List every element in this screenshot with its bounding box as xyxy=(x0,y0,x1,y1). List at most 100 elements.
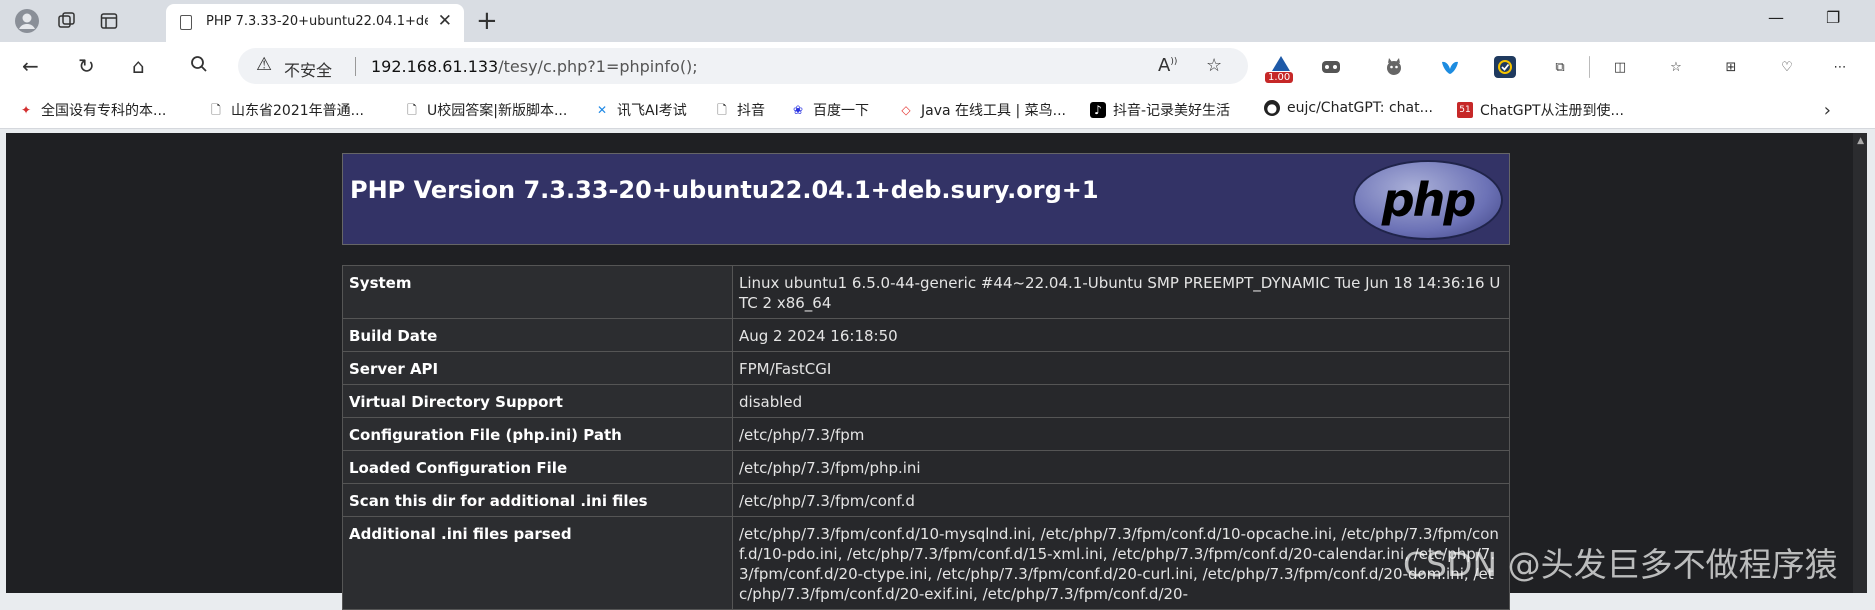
table-row: Loaded Configuration File/etc/php/7.3/fp… xyxy=(342,450,1510,484)
tab-phpinfo[interactable]: PHP 7.3.33-20+ubuntu22.04.1+deb.sury.org… xyxy=(166,4,464,42)
warning-triangle-icon[interactable]: ⚠ xyxy=(256,54,272,75)
extension-badge: 1.00 xyxy=(1265,72,1294,83)
baidu-paw-icon: ❀ xyxy=(792,103,804,117)
minimize-icon[interactable]: — xyxy=(1768,8,1784,27)
table-row: Build Date Aug 2 2024 16:18:50 xyxy=(342,318,1510,352)
row-value: disabled xyxy=(732,384,1510,418)
bookmark-label: 山东省2021年普通... xyxy=(231,103,364,119)
url-text[interactable]: 192.168.61.133/tesy/c.php?1=phpinfo(); xyxy=(371,57,698,76)
browser-toolbar: ← ↻ ⌂ ⚠ 不安全 192.168.61.133/tesy/c.php?1=… xyxy=(0,42,1875,92)
browser-essentials-icon[interactable]: ♡ xyxy=(1776,56,1798,78)
extension-cat-icon[interactable] xyxy=(1383,56,1405,78)
bookmark-item[interactable]: ✦ 全国设有专科的本... xyxy=(18,100,166,120)
row-value: Linux ubuntu1 6.5.0-44-generic #44~22.04… xyxy=(732,265,1510,319)
favorite-star-icon[interactable]: ☆ xyxy=(1206,55,1222,76)
runoob-icon: ◇ xyxy=(901,103,911,117)
row-value: /etc/php/7.3/fpm/conf.d/10-mysqlnd.ini, … xyxy=(732,516,1510,610)
bookmark-item[interactable]: 🗋 山东省2021年普通... xyxy=(208,100,364,120)
tab-title: PHP 7.3.33-20+ubuntu22.04.1+deb.sury.org… xyxy=(206,14,428,29)
address-bar[interactable]: ⚠ 不安全 192.168.61.133/tesy/c.php?1=phpinf… xyxy=(238,48,1248,84)
extension-monitor-icon[interactable] xyxy=(1270,52,1292,74)
workspaces-icon[interactable] xyxy=(54,8,80,34)
extension-check-icon[interactable] xyxy=(1494,56,1516,78)
php-version-header: PHP Version 7.3.33-20+ubuntu22.04.1+deb.… xyxy=(342,153,1510,245)
php-logo-text: php xyxy=(1381,173,1477,227)
table-row: Configuration File (php.ini) Path/etc/ph… xyxy=(342,417,1510,451)
search-icon[interactable] xyxy=(190,54,208,78)
tab-actions-icon[interactable] xyxy=(96,8,122,34)
page-icon: 🗋 xyxy=(407,103,417,117)
bookmark-label: eujc/ChatGPT: chat... xyxy=(1287,100,1433,116)
bookmark-item[interactable]: ♪ 抖音-记录美好生活 xyxy=(1090,100,1230,120)
profile-avatar-icon[interactable] xyxy=(14,8,40,34)
bookmark-item[interactable]: ◇ Java 在线工具 | 菜鸟... xyxy=(898,100,1066,120)
row-value: /etc/php/7.3/fpm xyxy=(732,417,1510,451)
row-value: /etc/php/7.3/fpm/conf.d xyxy=(732,483,1510,517)
bookmark-label: 抖音 xyxy=(737,103,765,119)
page-viewport: PHP Version 7.3.33-20+ubuntu22.04.1+deb.… xyxy=(6,133,1867,610)
row-key: Additional .ini files parsed xyxy=(342,516,733,610)
bookmark-item[interactable]: 🗋 抖音 xyxy=(714,100,765,120)
bookmark-item[interactable]: 🗋 U校园答案|新版脚本... xyxy=(404,100,567,120)
vertical-scrollbar[interactable]: ▲ xyxy=(1853,133,1867,593)
51-icon: 51 xyxy=(1457,102,1473,118)
row-key: Configuration File (php.ini) Path xyxy=(342,417,733,451)
page-title: PHP Version 7.3.33-20+ubuntu22.04.1+deb.… xyxy=(350,176,1099,204)
bookmark-label: 百度一下 xyxy=(813,103,869,119)
row-key: System xyxy=(342,265,733,319)
table-row: Additional .ini files parsed/etc/php/7.3… xyxy=(342,516,1510,610)
scroll-up-arrow-icon[interactable]: ▲ xyxy=(1857,136,1864,146)
chevron-right-icon[interactable]: › xyxy=(1824,100,1831,121)
colorful-flag-icon: ✦ xyxy=(20,103,32,117)
new-tab-plus-icon[interactable]: + xyxy=(476,6,498,36)
tiktok-icon: ♪ xyxy=(1090,102,1106,118)
bookmark-label: U校园答案|新版脚本... xyxy=(427,103,568,119)
security-indicator[interactable]: 不安全 xyxy=(284,57,332,81)
table-row: Scan this dir for additional .ini files /… xyxy=(342,483,1510,517)
divider xyxy=(355,57,356,76)
extension-game-icon[interactable] xyxy=(1320,56,1342,78)
split-screen-icon[interactable]: ◫ xyxy=(1609,56,1631,78)
url-host: 192.168.61.133 xyxy=(371,57,499,76)
bookmark-label: 抖音-记录美好生活 xyxy=(1113,103,1231,119)
table-row: Virtual Directory Support disabled xyxy=(342,384,1510,418)
bookmark-label: Java 在线工具 | 菜鸟... xyxy=(921,103,1066,119)
row-value: /etc/php/7.3/fpm/php.ini xyxy=(732,450,1510,484)
bookmark-label: 讯飞AI考试 xyxy=(617,103,687,119)
back-arrow-icon[interactable]: ← xyxy=(22,54,39,78)
phpinfo-container: PHP Version 7.3.33-20+ubuntu22.04.1+deb.… xyxy=(342,153,1510,610)
home-icon[interactable]: ⌂ xyxy=(132,54,145,78)
bookmark-item[interactable]: ❀ 百度一下 xyxy=(790,100,869,120)
php-info-table: System Linux ubuntu1 6.5.0-44-generic #44… xyxy=(342,265,1510,610)
more-options-icon[interactable]: ⋯ xyxy=(1829,56,1851,78)
restore-window-icon[interactable]: ❐ xyxy=(1826,8,1840,27)
php-logo[interactable]: php xyxy=(1353,160,1503,240)
close-icon[interactable]: ✕ xyxy=(438,11,452,31)
row-value: Aug 2 2024 16:18:50 xyxy=(732,318,1510,352)
extension-bluebird-icon[interactable] xyxy=(1439,56,1461,78)
xunfei-icon: ✕ xyxy=(596,103,608,117)
collections-icon[interactable]: ⊞ xyxy=(1720,56,1742,78)
bookmark-label: ChatGPT从注册到使... xyxy=(1480,103,1624,119)
row-key: Loaded Configuration File xyxy=(342,450,733,484)
row-key: Server API xyxy=(342,351,733,385)
row-key: Build Date xyxy=(342,318,733,352)
csdn-watermark: CSDN @头发巨多不做程序猿 xyxy=(1403,545,1838,584)
bookmark-item[interactable]: ● eujc/ChatGPT: chat... xyxy=(1264,100,1433,116)
reload-icon[interactable]: ↻ xyxy=(78,54,95,78)
read-aloud-icon[interactable]: A)) xyxy=(1158,55,1177,76)
url-path: /tesy/c.php?1=phpinfo(); xyxy=(498,57,698,76)
page-icon xyxy=(180,15,192,30)
bookmarks-bar: ✦ 全国设有专科的本... 🗋 山东省2021年普通... 🗋 U校园答案|新版脚本.… xyxy=(0,92,1875,129)
page-icon: 🗋 xyxy=(717,103,727,117)
row-key: Scan this dir for additional .ini files xyxy=(342,483,733,517)
extensions-puzzle-icon[interactable]: ⧉ xyxy=(1549,56,1571,78)
bookmark-item[interactable]: ✕ 讯飞AI考试 xyxy=(594,100,687,120)
table-row: System Linux ubuntu1 6.5.0-44-generic #44… xyxy=(342,265,1510,319)
bookmark-item[interactable]: 51 ChatGPT从注册到使... xyxy=(1457,100,1624,120)
table-row: Server API FPM/FastCGI xyxy=(342,351,1510,385)
browser-title-bar: PHP 7.3.33-20+ubuntu22.04.1+deb.sury.org… xyxy=(0,0,1875,42)
row-key: Virtual Directory Support xyxy=(342,384,733,418)
divider xyxy=(1589,56,1590,78)
favorites-icon[interactable]: ☆ xyxy=(1665,56,1687,78)
